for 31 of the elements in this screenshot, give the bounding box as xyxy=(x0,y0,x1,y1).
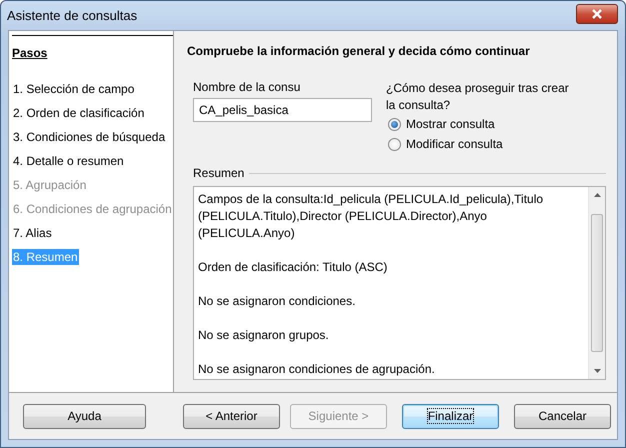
close-icon xyxy=(591,8,603,18)
step-item[interactable]: 1. Selección de campo xyxy=(12,81,136,97)
window-title: Asistente de consultas xyxy=(7,8,138,23)
option-label[interactable]: Modificar consulta xyxy=(406,137,503,151)
input-field[interactable]: CA_pelis_basica xyxy=(193,98,372,122)
option-label[interactable]: Mostrar consulta xyxy=(406,117,495,131)
dialog-button[interactable]: < Anterior xyxy=(183,404,280,428)
scrollbar[interactable] xyxy=(588,187,605,379)
step-item[interactable]: 3. Condiciones de búsqueda xyxy=(12,129,166,145)
steps-heading: Pasos xyxy=(12,46,48,60)
page-heading: Compruebe la información general y decida cómo continuar xyxy=(187,44,531,58)
summary-line: No se asignaron condiciones. xyxy=(198,293,356,310)
dialog-button[interactable]: Ayuda xyxy=(23,404,146,428)
field-label: Nombre de la consu xyxy=(193,80,302,94)
step-item[interactable]: 4. Detalle o resumen xyxy=(12,153,125,169)
summary-line: No se asignaron grupos. xyxy=(198,327,330,344)
summary-label: Resumen xyxy=(193,166,244,180)
question-text: ¿Cómo desea proseguir tras crear la consulta? xyxy=(386,80,570,114)
up-arrow-icon[interactable] xyxy=(594,193,600,197)
dialog-button[interactable]: Cancelar xyxy=(514,404,611,428)
step-item[interactable]: 7. Alias xyxy=(12,225,53,241)
summary-line: Orden de clasificación: Titulo (ASC) xyxy=(198,259,388,276)
summary-line: No se asignaron condiciones de agrupación. xyxy=(198,361,436,378)
radio-button[interactable] xyxy=(388,118,401,130)
summary-box[interactable] xyxy=(193,186,606,380)
step-item[interactable]: 2. Orden de clasificación xyxy=(12,105,146,121)
close-button[interactable] xyxy=(576,4,618,24)
summary-line: Campos de la consulta:Id_pelicula (PELICULA.Id_pelicula),Titulo (PELICULA.Titulo),Director (PELICULA.Director),Anyo (PELICULA.Anyo) xyxy=(198,191,544,242)
radio-button[interactable] xyxy=(388,138,401,150)
dialog-button[interactable]: Finalizar xyxy=(402,404,499,428)
down-arrow-icon[interactable] xyxy=(594,369,600,373)
